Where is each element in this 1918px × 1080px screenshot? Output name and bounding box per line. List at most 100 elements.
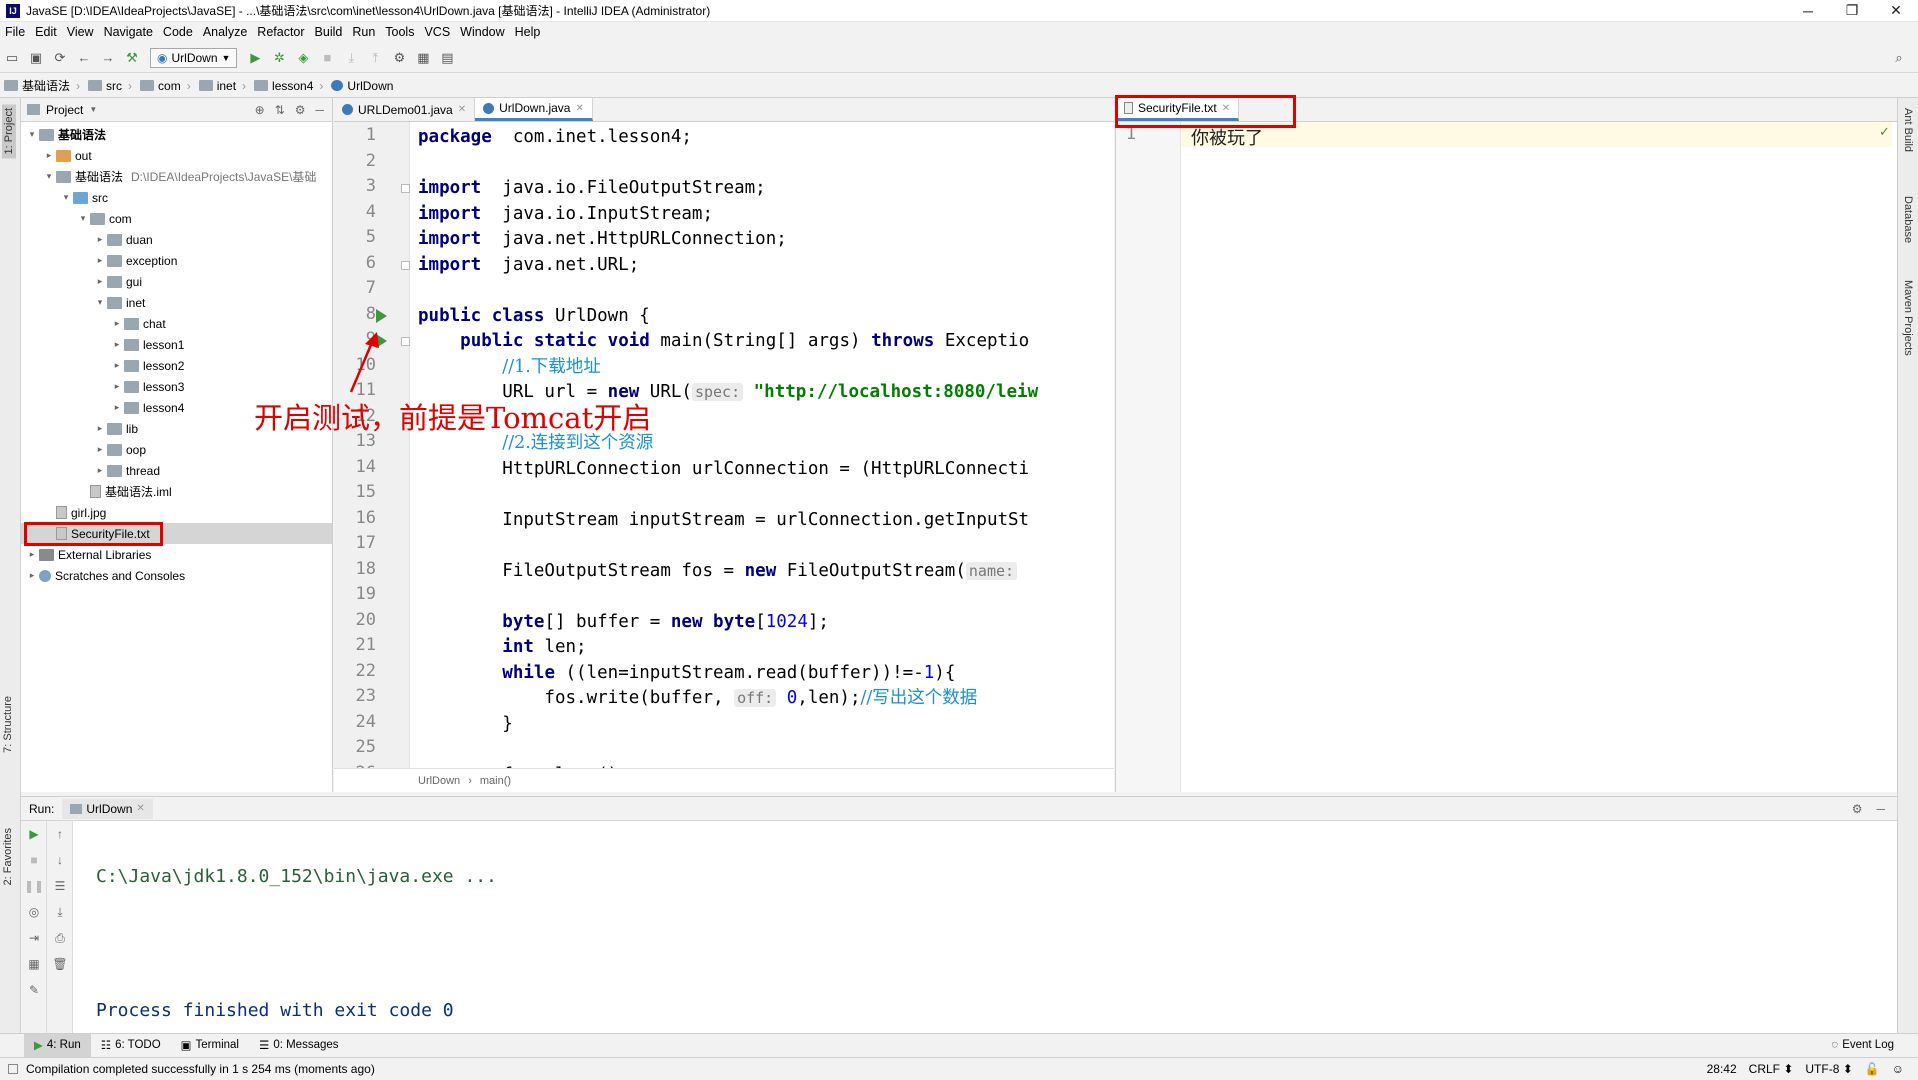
tree-item[interactable]: ▸ oop: [21, 439, 332, 460]
stop-icon[interactable]: ■: [21, 847, 47, 873]
tree-item[interactable]: ▸ out: [21, 145, 332, 166]
chevron-down-icon[interactable]: ▾: [59, 192, 73, 203]
tree-item[interactable]: ▸ lesson3: [21, 376, 332, 397]
chevron-down-icon[interactable]: ▼: [89, 105, 97, 114]
pin-icon[interactable]: ✎: [21, 977, 47, 1003]
tab-ant-build[interactable]: Ant Build: [1902, 108, 1914, 152]
tree-item[interactable]: ▸ thread: [21, 460, 332, 481]
tree-item[interactable]: ▸ lesson1: [21, 334, 332, 355]
forward-icon[interactable]: →: [97, 47, 119, 69]
file-encoding[interactable]: UTF-8 ⬍: [1805, 1062, 1852, 1076]
tab-database[interactable]: Database: [1902, 196, 1914, 243]
gear-icon[interactable]: ⚙: [1852, 802, 1863, 816]
tab-run[interactable]: ▶ 4: Run: [24, 1033, 91, 1057]
run-tab[interactable]: UrlDown ✕: [62, 798, 153, 819]
chevron-right-icon[interactable]: ▸: [42, 150, 56, 161]
chevron-right-icon[interactable]: ▸: [93, 276, 107, 287]
chevron-down-icon[interactable]: ▾: [93, 297, 107, 308]
stop-icon[interactable]: ■: [316, 47, 338, 69]
search-icon[interactable]: ⌕: [1888, 47, 1910, 69]
close-tab-icon[interactable]: ✕: [458, 104, 466, 115]
print-icon[interactable]: ⎙: [47, 925, 73, 951]
breadcrumb-item[interactable]: lesson4 ›: [250, 79, 327, 93]
fold-marker-icon[interactable]: [401, 260, 410, 270]
tab-todo[interactable]: ☷ 6: TODO: [91, 1034, 171, 1057]
menu-navigate[interactable]: Navigate: [99, 22, 158, 42]
tree-item[interactable]: ▸ chat: [21, 313, 332, 334]
tree-item[interactable]: ▾ src: [21, 187, 332, 208]
console-output[interactable]: C:\Java\jdk1.8.0_152\bin\java.exe ... Pr…: [96, 821, 497, 1067]
breadcrumb-item[interactable]: inet ›: [195, 79, 250, 93]
run-configuration-select[interactable]: ◉ UrlDown ▼: [150, 47, 238, 68]
tree-item[interactable]: ▸ External Libraries: [21, 544, 332, 565]
event-log-button[interactable]: ◌ Event Log: [1821, 1034, 1904, 1057]
tree-item[interactable]: ▸ Scratches and Consoles: [21, 565, 332, 586]
chevron-right-icon[interactable]: ▸: [110, 360, 124, 371]
chevron-right-icon[interactable]: ▸: [25, 570, 39, 581]
tree-item[interactable]: ▾ 基础语法: [21, 124, 332, 145]
open-folder-icon[interactable]: ▭: [1, 47, 23, 69]
coverage-icon[interactable]: ◈: [292, 47, 314, 69]
menu-run[interactable]: Run: [347, 22, 380, 42]
tree-item[interactable]: ▸ exception: [21, 250, 332, 271]
editor-breadcrumb-item[interactable]: main(): [480, 775, 511, 787]
close-tab-icon[interactable]: ✕: [136, 803, 144, 814]
menu-window[interactable]: Window: [455, 22, 509, 42]
menu-edit[interactable]: Edit: [30, 22, 62, 42]
sdk-icon[interactable]: ▤: [436, 47, 458, 69]
gear-icon[interactable]: ⚙: [295, 103, 306, 117]
breadcrumb-item[interactable]: UrlDown: [327, 79, 397, 93]
menu-code[interactable]: Code: [158, 22, 198, 42]
chevron-right-icon[interactable]: ▸: [93, 423, 107, 434]
tab-favorites[interactable]: 2: Favorites: [2, 828, 14, 885]
camera-icon[interactable]: ◎: [21, 899, 47, 925]
project-structure-icon[interactable]: ▦: [412, 47, 434, 69]
menu-vcs[interactable]: VCS: [419, 22, 455, 42]
inspector-icon[interactable]: ☺: [1892, 1062, 1904, 1076]
tree-item[interactable]: ▾ 基础语法 D:\IDEA\IdeaProjects\JavaSE\基础: [21, 166, 332, 187]
code-area[interactable]: package com.inet.lesson4; import java.io.…: [418, 122, 1108, 768]
chevron-down-icon[interactable]: ▾: [76, 213, 90, 224]
tab-structure[interactable]: 7: Structure: [2, 696, 14, 753]
exit-icon[interactable]: ⇥: [21, 925, 47, 951]
chevron-right-icon[interactable]: ▸: [110, 339, 124, 350]
menu-refactor[interactable]: Refactor: [252, 22, 309, 42]
chevron-right-icon[interactable]: ▸: [110, 402, 124, 413]
fold-marker-icon[interactable]: [401, 337, 410, 346]
editor-breadcrumb-item[interactable]: UrlDown: [418, 775, 460, 787]
tab-project[interactable]: 1: Project: [2, 104, 16, 159]
chevron-right-icon[interactable]: ▸: [93, 234, 107, 245]
locate-icon[interactable]: ⊕: [255, 103, 265, 117]
lock-icon[interactable]: 🔓: [1865, 1062, 1880, 1076]
tree-item[interactable]: girl.jpg: [21, 502, 332, 523]
tree-item[interactable]: 基础语法.iml: [21, 481, 332, 502]
menu-view[interactable]: View: [62, 22, 99, 42]
tab-maven-projects[interactable]: Maven Projects: [1902, 280, 1914, 356]
hide-icon[interactable]: ─: [315, 103, 324, 117]
chevron-down-icon[interactable]: ▾: [25, 129, 39, 140]
menu-build[interactable]: Build: [310, 22, 348, 42]
chevron-right-icon[interactable]: ▸: [93, 444, 107, 455]
line-separator[interactable]: CRLF ⬍: [1749, 1062, 1794, 1076]
pause-icon[interactable]: ❚❚: [21, 873, 47, 899]
caret-position[interactable]: 28:42: [1707, 1062, 1737, 1076]
down-arrow-icon[interactable]: ↓: [47, 847, 73, 873]
hide-icon[interactable]: ─: [1876, 802, 1885, 816]
close-tab-icon[interactable]: ✕: [575, 103, 583, 114]
tab-urldown[interactable]: UrlDown.java ✕: [475, 98, 593, 121]
fold-marker-icon[interactable]: [401, 184, 410, 193]
tab-terminal[interactable]: ▣ Terminal: [171, 1034, 249, 1057]
menu-help[interactable]: Help: [510, 22, 546, 42]
vcs-update-icon[interactable]: ⤓: [340, 47, 362, 69]
save-all-icon[interactable]: ▣: [25, 47, 47, 69]
status-message[interactable]: Compilation completed successfully in 1 …: [26, 1062, 375, 1076]
soft-wrap-icon[interactable]: ☰: [47, 873, 73, 899]
up-arrow-icon[interactable]: ↑: [47, 821, 73, 847]
tab-messages[interactable]: ☰ 0: Messages: [249, 1034, 349, 1057]
debug-icon[interactable]: ✲: [268, 47, 290, 69]
project-view-select[interactable]: Project: [46, 103, 83, 117]
rerun-icon[interactable]: ▶: [21, 821, 47, 847]
breadcrumb-item[interactable]: src ›: [84, 79, 136, 93]
trash-icon[interactable]: 🗑: [47, 951, 73, 977]
close-button[interactable]: ✕: [1874, 0, 1918, 22]
